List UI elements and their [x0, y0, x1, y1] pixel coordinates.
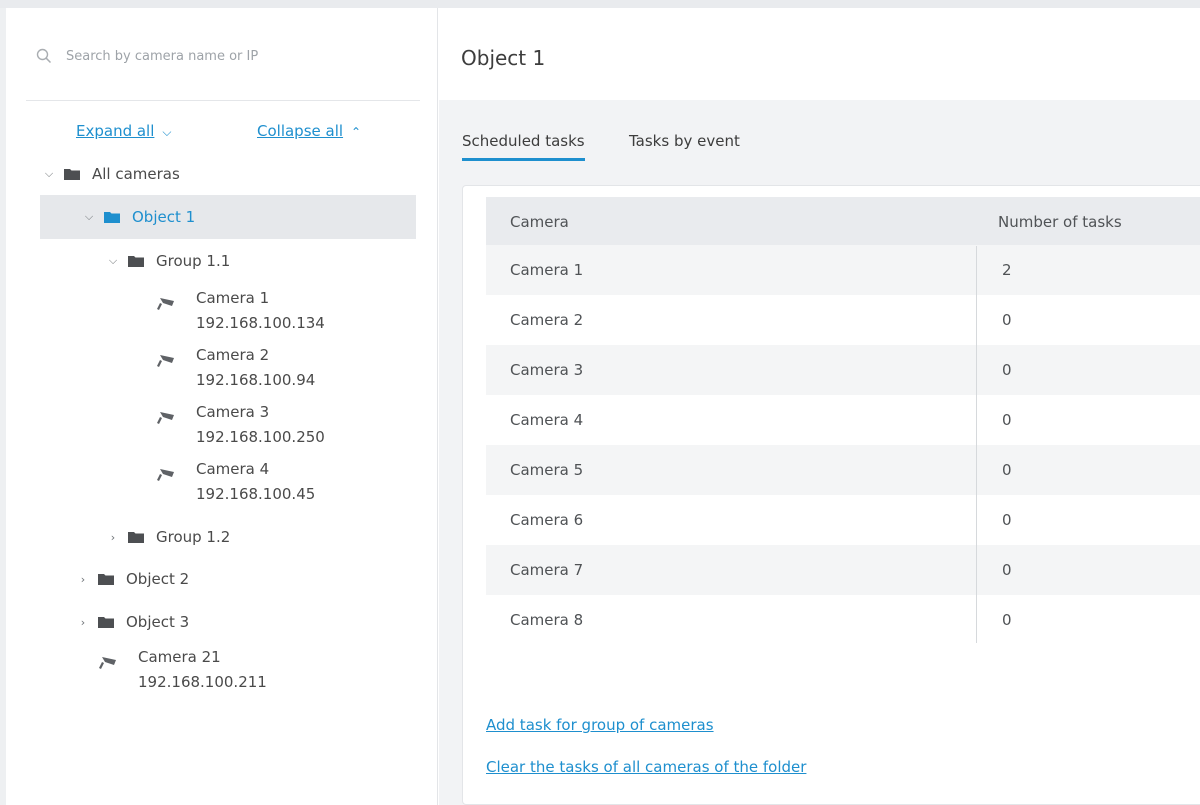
add-task-for-group-link[interactable]: Add task for group of cameras — [486, 716, 714, 734]
tree-item-camera-3[interactable]: Camera 3 192.168.100.250 — [156, 403, 416, 461]
tree-item-object-3[interactable]: › Object 3 — [40, 600, 416, 644]
table-row[interactable]: Camera 2 0 — [486, 295, 1200, 345]
folder-icon — [104, 211, 120, 223]
camera-name: Camera 4 — [196, 460, 270, 478]
camera-icon — [98, 654, 120, 670]
camera-ip: 192.168.100.45 — [196, 485, 316, 503]
table-row[interactable]: Camera 8 0 — [486, 595, 1200, 645]
camera-name: Camera 3 — [196, 403, 270, 421]
window-top-strip — [0, 0, 1200, 8]
search-input[interactable] — [66, 44, 406, 68]
table-row[interactable]: Camera 5 0 — [486, 445, 1200, 495]
table-row[interactable]: Camera 1 2 — [486, 245, 1200, 295]
camera-name: Camera 2 — [196, 346, 270, 364]
chevron-right-icon[interactable]: › — [74, 616, 92, 629]
tree-item-label: All cameras — [92, 165, 180, 183]
chevron-down-icon: ⌵ — [162, 125, 172, 139]
chevron-right-icon[interactable]: › — [74, 573, 92, 586]
cell-camera: Camera 8 — [510, 611, 584, 629]
table-row[interactable]: Camera 6 0 — [486, 495, 1200, 545]
search-icon — [36, 48, 52, 64]
chevron-down-icon[interactable]: ⌵ — [104, 254, 122, 268]
column-header-number-of-tasks[interactable]: Number of tasks — [998, 213, 1122, 231]
clear-folder-tasks-link[interactable]: Clear the tasks of all cameras of the fo… — [486, 758, 806, 776]
tree-item-label: Group 1.2 — [156, 528, 231, 546]
column-header-camera[interactable]: Camera — [510, 213, 569, 231]
chevron-down-icon[interactable]: ⌵ — [40, 167, 58, 181]
cell-camera: Camera 6 — [510, 511, 584, 529]
camera-icon — [156, 466, 178, 482]
chevron-right-icon[interactable]: › — [104, 531, 122, 544]
cell-number-of-tasks: 0 — [1002, 311, 1012, 329]
chevron-up-icon: ⌃ — [351, 125, 362, 139]
tasks-card: Camera Number of tasks Camera 1 2 Camera… — [462, 185, 1200, 805]
table-row[interactable]: Camera 7 0 — [486, 545, 1200, 595]
camera-name: Camera 1 — [196, 289, 270, 307]
cell-camera: Camera 2 — [510, 311, 584, 329]
camera-ip: 192.168.100.94 — [196, 371, 316, 389]
folder-icon — [64, 168, 80, 180]
cell-camera: Camera 7 — [510, 561, 584, 579]
cell-camera: Camera 3 — [510, 361, 584, 379]
collapse-all-label: Collapse all — [257, 122, 344, 140]
tab-tasks-by-event[interactable]: Tasks by event — [629, 132, 740, 158]
cell-number-of-tasks: 0 — [1002, 561, 1012, 579]
page-header: Object 1 — [439, 8, 1200, 100]
tree-item-label: Object 3 — [126, 613, 190, 631]
camera-ip: 192.168.100.211 — [138, 673, 267, 691]
cell-number-of-tasks: 0 — [1002, 511, 1012, 529]
camera-icon — [156, 409, 178, 425]
tree-item-camera-4[interactable]: Camera 4 192.168.100.45 — [156, 460, 416, 518]
camera-ip: 192.168.100.134 — [196, 314, 325, 332]
table-header: Camera Number of tasks — [486, 197, 1200, 245]
column-divider — [976, 246, 977, 643]
cell-number-of-tasks: 0 — [1002, 461, 1012, 479]
tab-scheduled-tasks[interactable]: Scheduled tasks — [462, 132, 585, 161]
cell-camera: Camera 5 — [510, 461, 584, 479]
table-row[interactable]: Camera 3 0 — [486, 345, 1200, 395]
tree-item-all-cameras[interactable]: ⌵ All cameras — [40, 152, 416, 196]
folder-icon — [128, 531, 144, 543]
page-title: Object 1 — [461, 46, 546, 70]
main-panel: Object 1 Scheduled tasks Tasks by event … — [439, 8, 1200, 805]
expand-all-link[interactable]: Expand all ⌵ — [76, 122, 172, 140]
cell-number-of-tasks: 0 — [1002, 361, 1012, 379]
folder-icon — [98, 616, 114, 628]
cell-camera: Camera 4 — [510, 411, 584, 429]
camera-icon — [156, 352, 178, 368]
cell-camera: Camera 1 — [510, 261, 584, 279]
folder-icon — [128, 255, 144, 267]
tree-item-label: Group 1.1 — [156, 252, 231, 270]
tree-item-label: Object 2 — [126, 570, 190, 588]
cell-number-of-tasks: 0 — [1002, 411, 1012, 429]
tree-item-object-1[interactable]: ⌵ Object 1 — [40, 195, 416, 239]
camera-name: Camera 21 — [138, 648, 221, 666]
camera-icon — [156, 295, 178, 311]
cell-number-of-tasks: 0 — [1002, 611, 1012, 629]
chevron-down-icon[interactable]: ⌵ — [80, 210, 98, 224]
collapse-all-link[interactable]: Collapse all ⌃ — [257, 122, 361, 140]
table-row[interactable]: Camera 4 0 — [486, 395, 1200, 445]
tree-item-group-1-2[interactable]: › Group 1.2 — [40, 515, 416, 559]
tree-item-object-2[interactable]: › Object 2 — [40, 557, 416, 601]
tree-item-camera-1[interactable]: Camera 1 192.168.100.134 — [156, 289, 416, 347]
tree-item-camera-21[interactable]: Camera 21 192.168.100.211 — [98, 648, 358, 706]
expand-all-label: Expand all — [76, 122, 155, 140]
tree-item-label: Object 1 — [132, 208, 196, 226]
folder-icon — [98, 573, 114, 585]
camera-ip: 192.168.100.250 — [196, 428, 325, 446]
search-bar — [26, 8, 420, 101]
cell-number-of-tasks: 2 — [1002, 261, 1012, 279]
camera-tree-sidebar: Expand all⌵ Collapse all⌃ ⌵ All cameras … — [6, 8, 438, 805]
tree-item-group-1-1[interactable]: ⌵ Group 1.1 — [40, 239, 416, 283]
tree-item-camera-2[interactable]: Camera 2 192.168.100.94 — [156, 346, 416, 404]
